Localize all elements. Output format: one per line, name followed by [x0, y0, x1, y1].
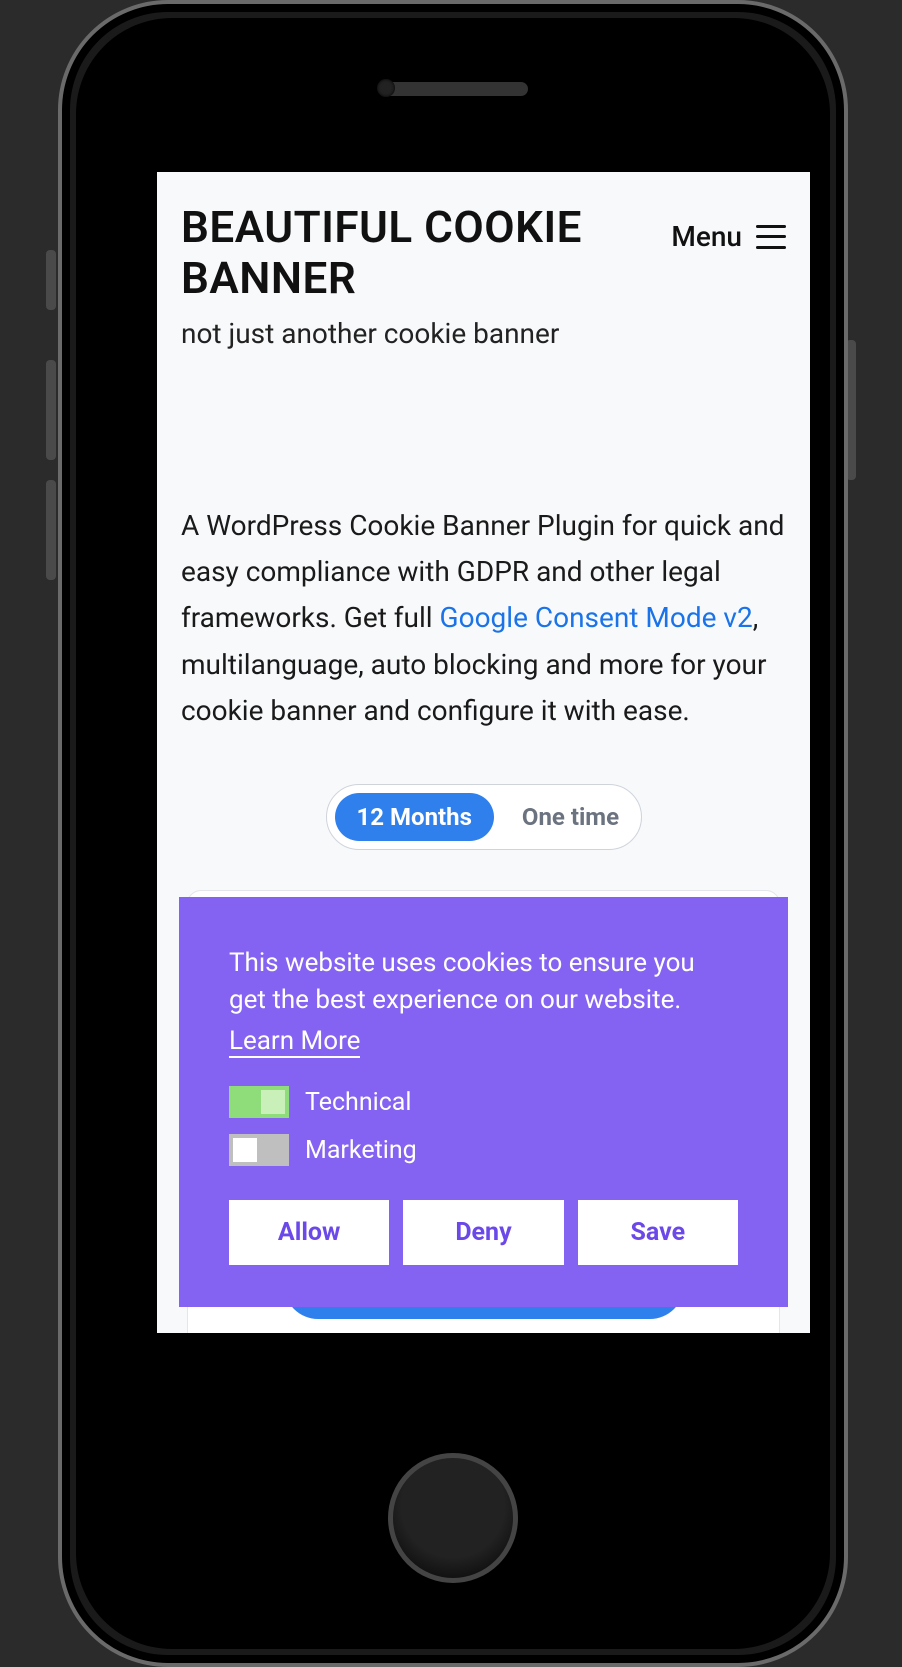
phone-mute-switch	[46, 250, 56, 310]
cookie-category-technical: Technical	[229, 1086, 738, 1118]
allow-button[interactable]: Allow	[229, 1200, 389, 1265]
phone-volume-down	[46, 480, 56, 580]
hamburger-icon	[756, 225, 786, 249]
billing-option-12-months[interactable]: 12 Months	[335, 793, 494, 841]
billing-toggle: 12 Months One time	[326, 784, 642, 850]
cookie-actions: Allow Deny Save	[229, 1200, 738, 1265]
phone-home-button[interactable]	[388, 1453, 518, 1583]
deny-button[interactable]: Deny	[403, 1200, 563, 1265]
phone-volume-up	[46, 360, 56, 460]
save-button[interactable]: Save	[578, 1200, 738, 1265]
learn-more-link[interactable]: Learn More	[229, 1026, 360, 1058]
intro-paragraph: A WordPress Cookie Banner Plugin for qui…	[157, 353, 810, 734]
phone-camera	[377, 79, 395, 97]
screen: BEAUTIFUL COOKIE BANNER not just another…	[157, 172, 810, 1333]
cookie-banner: This website uses cookies to ensure you …	[179, 897, 788, 1307]
cookie-category-marketing: Marketing	[229, 1134, 738, 1166]
cookie-message: This website uses cookies to ensure you …	[229, 945, 738, 1020]
site-header: BEAUTIFUL COOKIE BANNER not just another…	[157, 172, 810, 353]
phone-frame: BEAUTIFUL COOKIE BANNER not just another…	[58, 0, 848, 1667]
site-tagline: not just another cookie banner	[181, 315, 601, 353]
marketing-label: Marketing	[305, 1136, 417, 1165]
site-title: BEAUTIFUL COOKIE BANNER	[181, 202, 601, 303]
cookie-categories: Technical Marketing	[229, 1086, 738, 1166]
menu-button[interactable]: Menu	[671, 202, 786, 253]
menu-label: Menu	[671, 220, 742, 253]
marketing-toggle[interactable]	[229, 1134, 289, 1166]
technical-label: Technical	[305, 1088, 411, 1117]
technical-toggle[interactable]	[229, 1086, 289, 1118]
billing-option-one-time[interactable]: One time	[500, 793, 641, 841]
phone-speaker	[378, 82, 528, 96]
consent-mode-link[interactable]: Google Consent Mode v2	[440, 601, 753, 634]
